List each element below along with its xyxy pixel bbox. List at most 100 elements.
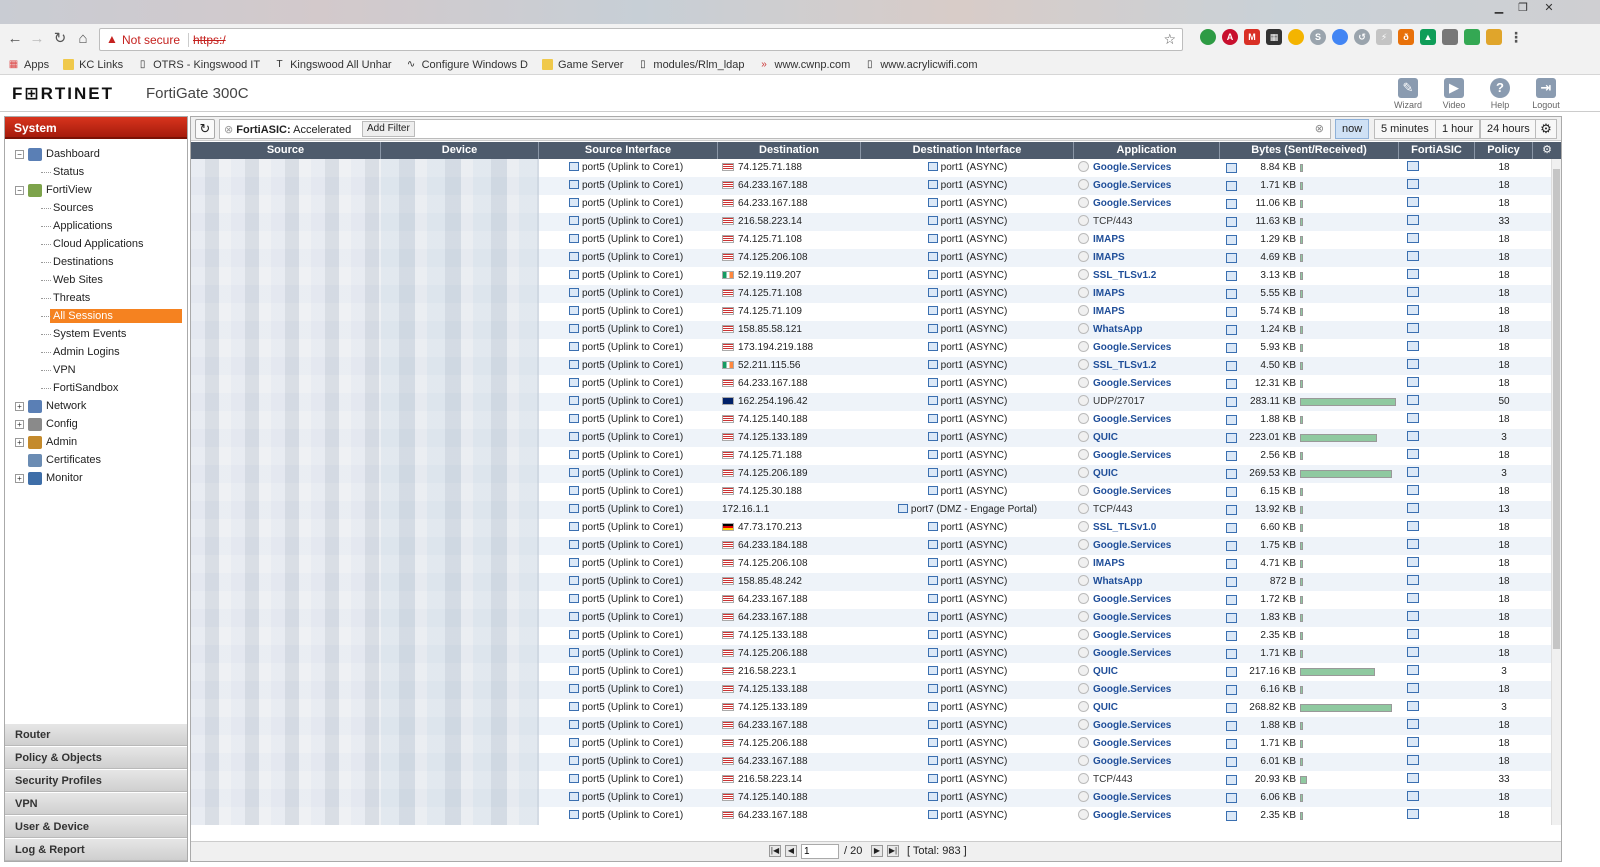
- table-row[interactable]: port5 (Uplink to Core1) 74.125.206.188 por…: [191, 735, 1551, 753]
- table-row[interactable]: port5 (Uplink to Core1) 172.16.1.1 port7 (…: [191, 501, 1551, 519]
- application-cell[interactable]: IMAPS: [1074, 249, 1220, 267]
- table-row[interactable]: port5 (Uplink to Core1) 158.85.58.121 port…: [191, 321, 1551, 339]
- expand-icon[interactable]: +: [15, 419, 24, 429]
- collapse-icon[interactable]: −: [15, 185, 24, 195]
- application-cell[interactable]: Google.Services: [1074, 717, 1220, 735]
- table-row[interactable]: port5 (Uplink to Core1) 74.125.133.189 por…: [191, 429, 1551, 447]
- col-bytes[interactable]: Bytes (Sent/Received): [1220, 142, 1399, 159]
- forward-icon[interactable]: →: [28, 30, 46, 48]
- policy-cell[interactable]: 3: [1475, 663, 1533, 681]
- application-cell[interactable]: Google.Services: [1074, 447, 1220, 465]
- application-cell[interactable]: Google.Services: [1074, 411, 1220, 429]
- time-1hour-button[interactable]: 1 hour: [1435, 119, 1481, 139]
- col-source[interactable]: Source: [191, 142, 381, 159]
- bookmark-apps[interactable]: ▦ Apps: [8, 59, 49, 71]
- time-now-button[interactable]: now: [1335, 119, 1370, 139]
- extension-grey-icon[interactable]: [1442, 29, 1458, 45]
- col-application[interactable]: Application: [1074, 142, 1220, 159]
- history-icon[interactable]: ↺: [1354, 29, 1370, 45]
- tree-item-applications[interactable]: Applications: [5, 217, 187, 235]
- table-row[interactable]: port5 (Uplink to Core1) 74.125.206.108 por…: [191, 249, 1551, 267]
- col-source-interface[interactable]: Source Interface: [539, 142, 718, 159]
- extension-green2-icon[interactable]: [1464, 29, 1480, 45]
- bookmark-star-icon[interactable]: ☆: [1163, 31, 1176, 48]
- application-cell[interactable]: Google.Services: [1074, 735, 1220, 753]
- bookmark-cwnp[interactable]: » www.cwnp.com: [759, 59, 850, 71]
- policy-cell[interactable]: 18: [1475, 735, 1533, 753]
- application-cell[interactable]: Google.Services: [1074, 645, 1220, 663]
- application-cell[interactable]: IMAPS: [1074, 555, 1220, 573]
- policy-cell[interactable]: 18: [1475, 537, 1533, 555]
- policy-cell[interactable]: 18: [1475, 285, 1533, 303]
- policy-cell[interactable]: 18: [1475, 321, 1533, 339]
- table-row[interactable]: port5 (Uplink to Core1) 74.125.71.188 port…: [191, 447, 1551, 465]
- policy-cell[interactable]: 3: [1475, 699, 1533, 717]
- policy-cell[interactable]: 18: [1475, 753, 1533, 771]
- tree-item-system-events[interactable]: System Events: [5, 325, 187, 343]
- policy-cell[interactable]: 18: [1475, 447, 1533, 465]
- table-row[interactable]: port5 (Uplink to Core1) 64.233.167.188 por…: [191, 591, 1551, 609]
- application-cell[interactable]: SSL_TLSv1.2: [1074, 267, 1220, 285]
- application-cell[interactable]: Google.Services: [1074, 753, 1220, 771]
- table-row[interactable]: port5 (Uplink to Core1) 74.125.206.108 por…: [191, 555, 1551, 573]
- extension-color-icon[interactable]: [1288, 29, 1304, 45]
- table-row[interactable]: port5 (Uplink to Core1) 74.125.140.188 por…: [191, 411, 1551, 429]
- policy-cell[interactable]: 18: [1475, 591, 1533, 609]
- nav-user-device[interactable]: User & Device: [5, 815, 187, 838]
- extension-briefcase-icon[interactable]: [1486, 29, 1502, 45]
- application-cell[interactable]: Google.Services: [1074, 591, 1220, 609]
- tree-item-admin[interactable]: + Admin: [5, 433, 187, 451]
- nav-router[interactable]: Router: [5, 723, 187, 746]
- table-row[interactable]: port5 (Uplink to Core1) 74.125.71.108 port…: [191, 231, 1551, 249]
- policy-cell[interactable]: 18: [1475, 807, 1533, 825]
- filter-box[interactable]: ⊗ FortiASIC: Accelerated Add Filter ⊗: [219, 119, 1331, 139]
- logout-button[interactable]: ⇥ Logout: [1528, 78, 1564, 110]
- col-destination[interactable]: Destination: [718, 142, 861, 159]
- policy-cell[interactable]: 18: [1475, 357, 1533, 375]
- table-row[interactable]: port5 (Uplink to Core1) 162.254.196.42 por…: [191, 393, 1551, 411]
- table-row[interactable]: port5 (Uplink to Core1) 74.125.30.188 port…: [191, 483, 1551, 501]
- application-cell[interactable]: IMAPS: [1074, 285, 1220, 303]
- address-bar[interactable]: ▲ Not secure https:/ ☆: [99, 28, 1183, 51]
- policy-cell[interactable]: 18: [1475, 609, 1533, 627]
- application-cell[interactable]: Google.Services: [1074, 789, 1220, 807]
- application-cell[interactable]: SSL_TLSv1.2: [1074, 357, 1220, 375]
- col-policy[interactable]: Policy: [1475, 142, 1533, 159]
- table-row[interactable]: port5 (Uplink to Core1) 74.125.140.188 por…: [191, 789, 1551, 807]
- adblock-icon[interactable]: A: [1222, 29, 1238, 45]
- policy-cell[interactable]: 18: [1475, 195, 1533, 213]
- tree-item-sources[interactable]: Sources: [5, 199, 187, 217]
- policy-cell[interactable]: 18: [1475, 573, 1533, 591]
- policy-cell[interactable]: 18: [1475, 231, 1533, 249]
- back-icon[interactable]: ←: [6, 30, 24, 48]
- col-device[interactable]: Device: [381, 142, 539, 159]
- tree-item-monitor[interactable]: + Monitor: [5, 469, 187, 487]
- tree-item-destinations[interactable]: Destinations: [5, 253, 187, 271]
- sidebar-section-system[interactable]: System: [5, 117, 187, 139]
- table-row[interactable]: port5 (Uplink to Core1) 64.233.167.188 por…: [191, 195, 1551, 213]
- policy-cell[interactable]: 18: [1475, 249, 1533, 267]
- policy-cell[interactable]: 18: [1475, 681, 1533, 699]
- vertical-scrollbar[interactable]: [1551, 159, 1561, 825]
- tree-item-fortiview[interactable]: − FortiView: [5, 181, 187, 199]
- policy-cell[interactable]: 18: [1475, 159, 1533, 177]
- application-cell[interactable]: Google.Services: [1074, 195, 1220, 213]
- menu-icon[interactable]: ⋮: [1508, 29, 1524, 45]
- expand-icon[interactable]: +: [15, 401, 24, 411]
- filter-tag[interactable]: ⊗ FortiASIC: Accelerated: [224, 123, 351, 136]
- next-page-icon[interactable]: ▶: [871, 845, 883, 857]
- col-fortiasic[interactable]: FortiASIC: [1399, 142, 1475, 159]
- leaf-icon[interactable]: [15, 456, 24, 465]
- table-row[interactable]: port5 (Uplink to Core1) 216.58.223.1 port1…: [191, 663, 1551, 681]
- col-destination-interface[interactable]: Destination Interface: [861, 142, 1074, 159]
- policy-cell[interactable]: 3: [1475, 465, 1533, 483]
- table-row[interactable]: port5 (Uplink to Core1) 64.233.167.188 por…: [191, 753, 1551, 771]
- table-row[interactable]: port5 (Uplink to Core1) 64.233.167.188 por…: [191, 375, 1551, 393]
- application-cell[interactable]: Google.Services: [1074, 537, 1220, 555]
- policy-cell[interactable]: 18: [1475, 411, 1533, 429]
- nav-log-report[interactable]: Log & Report: [5, 838, 187, 861]
- last-page-icon[interactable]: ▶|: [887, 845, 899, 857]
- filter-remove-icon[interactable]: ⊗: [224, 124, 233, 136]
- application-cell[interactable]: Google.Services: [1074, 339, 1220, 357]
- table-row[interactable]: port5 (Uplink to Core1) 74.125.71.109 port…: [191, 303, 1551, 321]
